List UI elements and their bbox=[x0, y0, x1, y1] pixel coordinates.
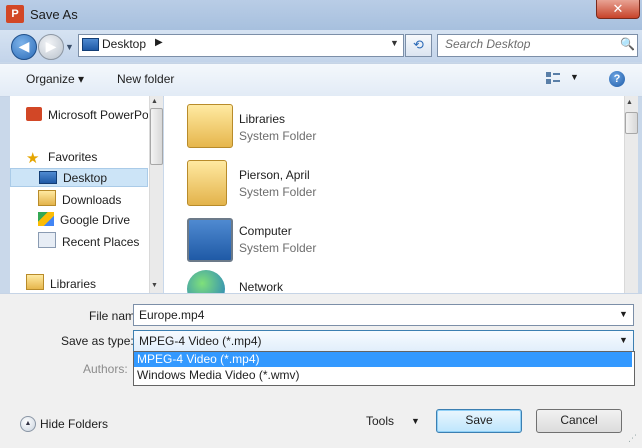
cancel-button[interactable]: Cancel bbox=[536, 409, 622, 433]
tools-dropdown-icon[interactable]: ▼ bbox=[411, 416, 420, 426]
user-folder-icon[interactable] bbox=[187, 160, 227, 206]
breadcrumb-chevron-icon[interactable]: ▶ bbox=[155, 37, 163, 48]
file-name-value[interactable]: Europe.mp4 bbox=[139, 308, 204, 322]
desktop-icon bbox=[39, 171, 57, 184]
refresh-button[interactable]: ⟲ bbox=[405, 34, 432, 57]
hide-folders-button[interactable]: Hide Folders bbox=[40, 417, 108, 431]
recent-locations-chevron-icon[interactable]: ▼ bbox=[65, 42, 74, 52]
libraries-folder-icon[interactable] bbox=[187, 104, 233, 148]
libraries-icon bbox=[26, 274, 44, 290]
address-crumb-desktop[interactable]: Desktop bbox=[102, 37, 146, 51]
file-name: Pierson, April bbox=[239, 168, 310, 182]
scroll-up-icon[interactable]: ▲ bbox=[626, 99, 633, 106]
computer-icon[interactable] bbox=[187, 218, 233, 262]
sidebar-scrollbar-thumb[interactable] bbox=[150, 108, 163, 165]
file-name-dropdown-icon[interactable]: ▼ bbox=[619, 309, 628, 319]
sidebar-item-label: Downloads bbox=[62, 193, 122, 207]
sidebar-item-label: Libraries bbox=[50, 277, 97, 291]
file-type-option-wmv[interactable]: Windows Media Video (*.wmv) bbox=[134, 368, 632, 383]
recent-places-icon bbox=[38, 232, 56, 248]
save-as-type-value[interactable]: MPEG-4 Video (*.mp4) bbox=[139, 334, 262, 348]
forward-button[interactable]: ▶ bbox=[38, 34, 64, 60]
new-folder-button[interactable]: New folder bbox=[117, 72, 174, 86]
title-bar bbox=[0, 0, 642, 31]
list-item[interactable]: Pierson, April System Folder bbox=[239, 168, 316, 199]
sidebar-item-label: Microsoft PowerPoint bbox=[48, 108, 148, 122]
sidebar-item-label: Favorites bbox=[48, 150, 98, 164]
help-icon[interactable]: ? bbox=[609, 71, 625, 87]
file-name: Libraries bbox=[239, 112, 286, 126]
view-options-chevron-icon[interactable]: ▼ bbox=[570, 72, 579, 82]
file-name-field[interactable] bbox=[133, 304, 634, 326]
file-list-scrollbar-thumb[interactable] bbox=[625, 112, 638, 134]
option-label: MPEG-4 Video (*.mp4) bbox=[137, 352, 260, 366]
file-type-option-mp4[interactable]: MPEG-4 Video (*.mp4) bbox=[134, 352, 632, 367]
list-item[interactable]: Network bbox=[239, 280, 283, 294]
address-dropdown-icon[interactable]: ▼ bbox=[390, 38, 399, 48]
file-name: Computer bbox=[239, 224, 292, 238]
downloads-folder-icon bbox=[38, 190, 56, 206]
file-type: System Folder bbox=[239, 185, 317, 199]
search-placeholder: Search Desktop bbox=[445, 37, 531, 51]
resize-grip-icon[interactable]: ⋰ bbox=[628, 433, 637, 444]
scroll-up-icon[interactable]: ▲ bbox=[151, 98, 158, 105]
google-drive-icon bbox=[38, 212, 54, 226]
save-as-type-dropdown-icon[interactable]: ▼ bbox=[619, 335, 628, 345]
file-type: System Folder bbox=[239, 241, 317, 255]
close-button[interactable]: ✕ bbox=[596, 0, 640, 19]
save-as-type-label: Save as type: bbox=[61, 334, 134, 348]
file-list bbox=[164, 96, 624, 293]
list-item[interactable]: Libraries System Folder bbox=[239, 112, 316, 143]
save-button[interactable]: Save bbox=[436, 409, 522, 433]
list-item[interactable]: Computer System Folder bbox=[239, 224, 316, 255]
sidebar-item-label: Recent Places bbox=[62, 235, 140, 249]
window-title: Save As bbox=[30, 7, 78, 22]
sidebar-item-label: Desktop bbox=[63, 171, 108, 185]
back-button[interactable]: ◀ bbox=[11, 34, 37, 60]
powerpoint-app-icon: P bbox=[6, 5, 24, 23]
file-type: System Folder bbox=[239, 129, 317, 143]
star-icon: ★ bbox=[26, 150, 40, 167]
change-view-icon[interactable] bbox=[546, 71, 560, 85]
file-name: Network bbox=[239, 280, 284, 294]
desktop-icon bbox=[82, 38, 99, 51]
sidebar-item-powerpoint[interactable]: Microsoft PowerPoint bbox=[26, 106, 148, 124]
search-icon[interactable]: 🔍 bbox=[620, 37, 635, 51]
organize-button[interactable]: Organize ▾ bbox=[26, 72, 84, 86]
sidebar-item-label: Google Drive bbox=[60, 213, 131, 227]
scroll-down-icon[interactable]: ▼ bbox=[151, 282, 158, 289]
tools-button[interactable]: Tools bbox=[366, 414, 394, 428]
sidebar-item-libraries[interactable]: Libraries bbox=[26, 274, 166, 292]
authors-label: Authors: bbox=[83, 362, 128, 376]
powerpoint-icon bbox=[26, 107, 42, 121]
sidebar-item-favorites[interactable]: ★ Favorites bbox=[26, 148, 166, 166]
hide-folders-chevron-icon[interactable]: ▲ bbox=[20, 416, 36, 432]
option-label: Windows Media Video (*.wmv) bbox=[137, 368, 300, 382]
sidebar-item-desktop[interactable]: Desktop bbox=[10, 168, 148, 187]
